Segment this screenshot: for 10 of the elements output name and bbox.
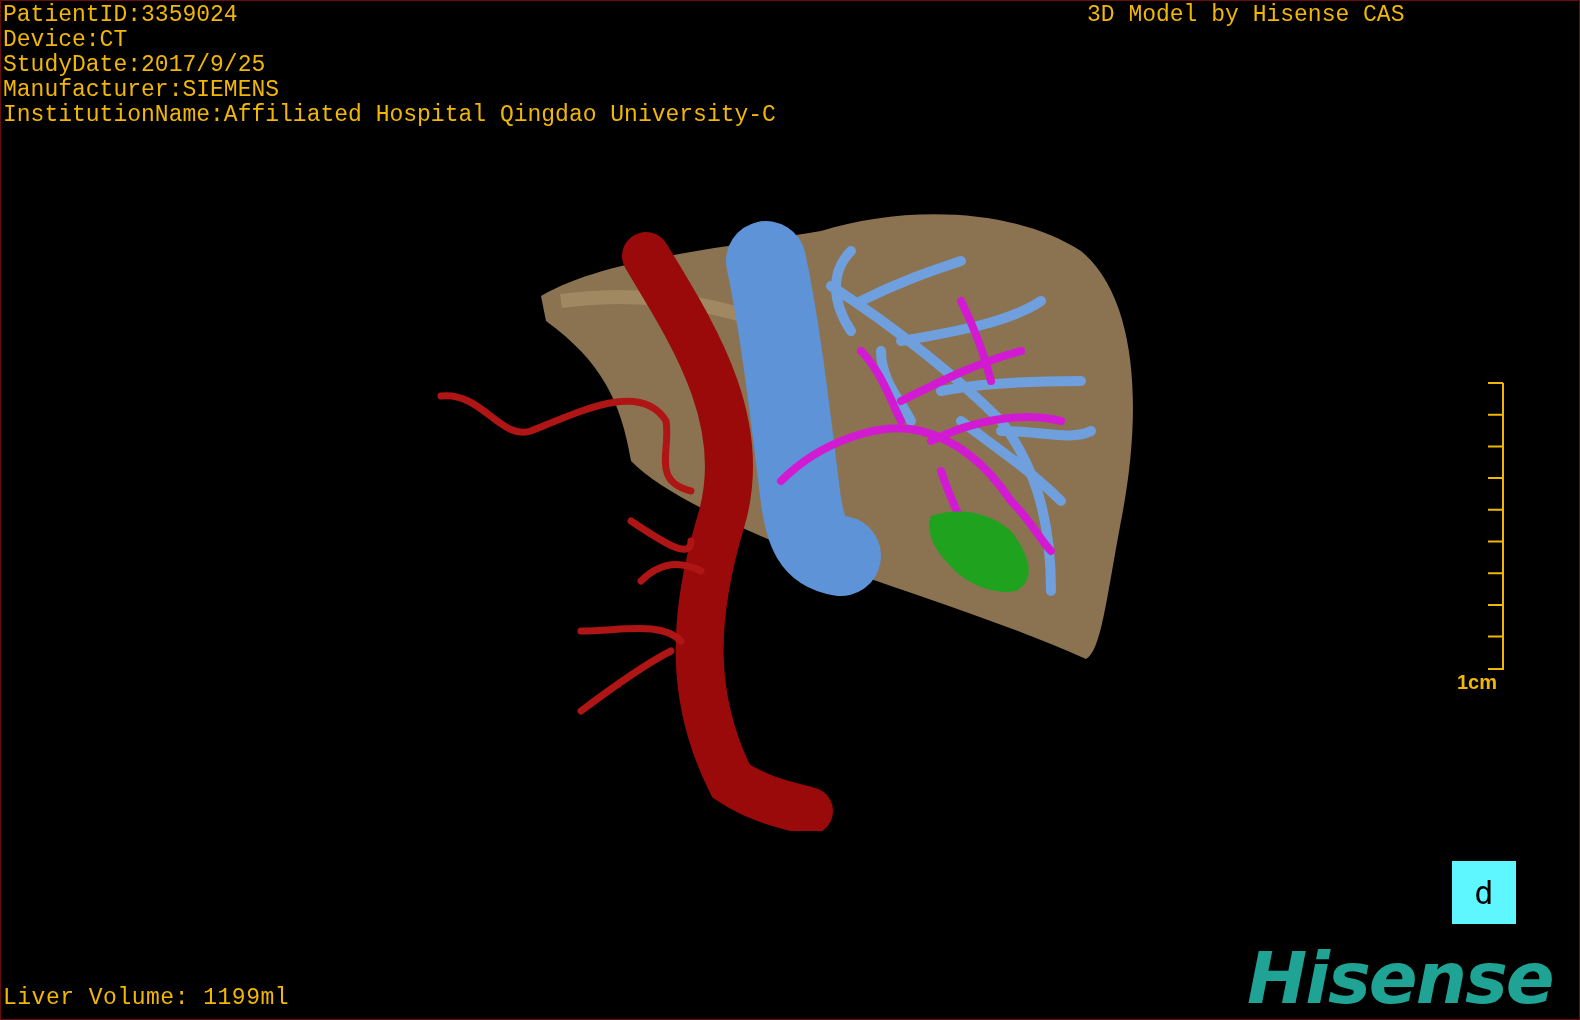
scale-label: 1cm	[1457, 671, 1498, 693]
logo-text: Hisense	[1247, 941, 1553, 1015]
patient-info-text: Device:CT	[3, 28, 129, 53]
liver-volume-text: Liver Volume: 1199ml	[3, 986, 290, 1011]
model-credit-text: 3D Model by Hisense CAS	[1087, 3, 1405, 28]
patient-info-text: PatientID:3359024	[3, 3, 239, 28]
patient-info-text: InstitutionName:Affiliated Hospital Qingdao University-C	[3, 103, 776, 128]
patient-info-text: Manufacturer:SIEMENS	[3, 78, 281, 103]
view-button[interactable]: d	[1452, 861, 1516, 924]
patient-info-text: StudyDate:2017/9/25	[3, 53, 267, 78]
